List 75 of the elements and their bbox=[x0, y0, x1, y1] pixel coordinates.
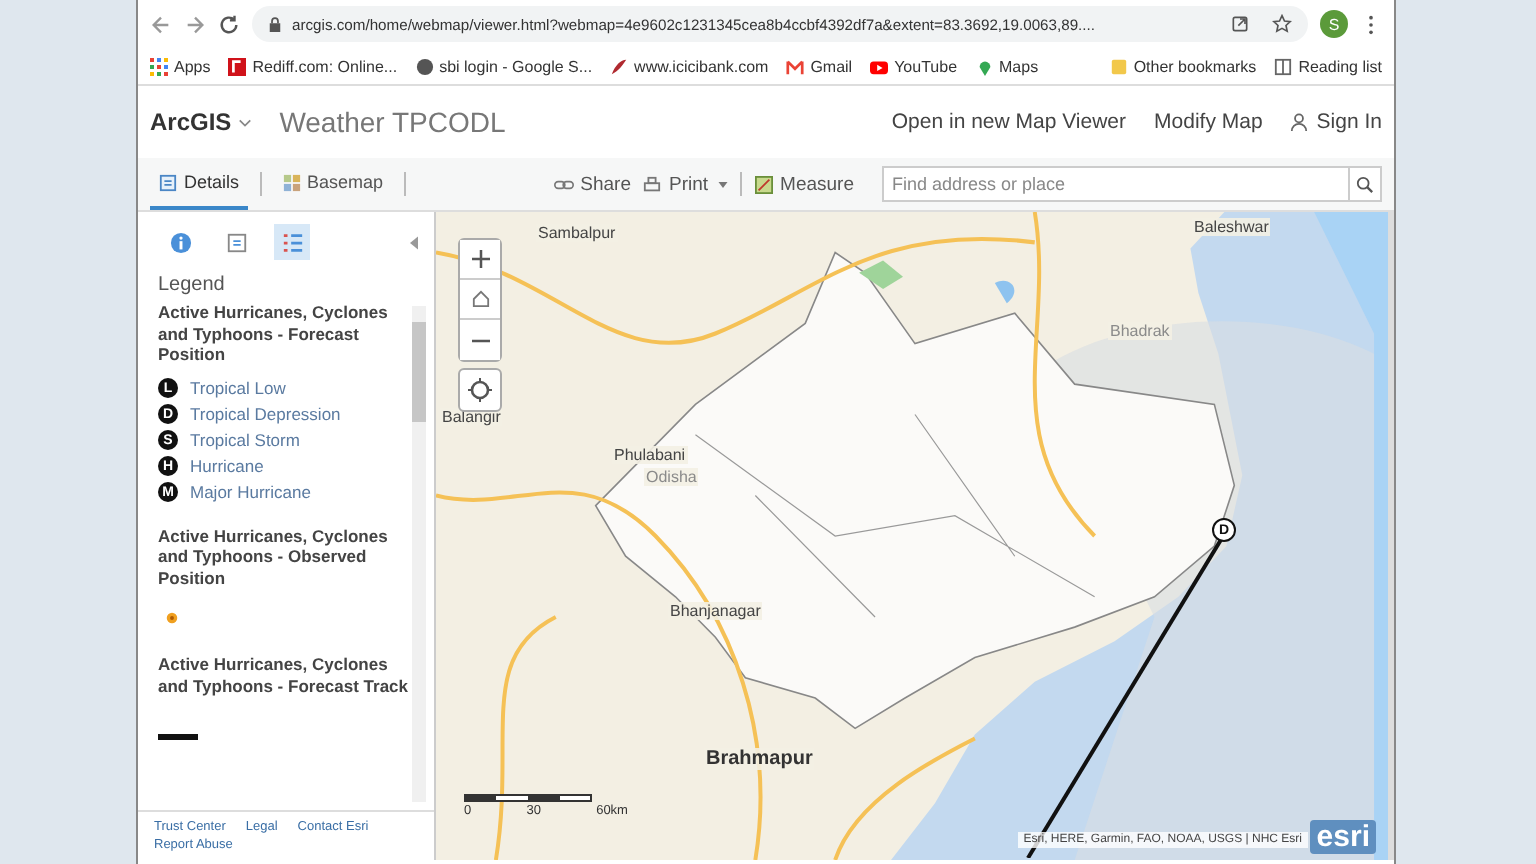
bookmark[interactable]: Rediff.com: Online... bbox=[228, 57, 398, 75]
toolbar-button[interactable]: Measure bbox=[754, 173, 854, 195]
grid-icon bbox=[150, 57, 168, 75]
link-icon bbox=[554, 175, 575, 193]
measure-icon bbox=[754, 175, 775, 193]
brand-menu[interactable]: ArcGIS bbox=[150, 108, 252, 136]
legend-label: Major Hurricane bbox=[190, 482, 311, 502]
info-icon bbox=[169, 231, 191, 253]
esri-logo: esri bbox=[1310, 820, 1376, 854]
mail-icon bbox=[786, 57, 805, 75]
line-symbol bbox=[158, 734, 198, 740]
bookmark[interactable]: Maps bbox=[975, 57, 1039, 75]
legend-layer-title: Active Hurricanes, Cyclones and Typhoons - Forecast Position bbox=[158, 302, 390, 365]
place-label: Brahmapur bbox=[704, 748, 815, 770]
lock-icon bbox=[268, 15, 282, 33]
panel-tab[interactable]: Details bbox=[150, 158, 248, 210]
place-label: Phulabani bbox=[612, 446, 688, 464]
forward-icon[interactable] bbox=[184, 13, 206, 35]
legend-label: Tropical Low bbox=[190, 378, 286, 398]
zoom-in-button[interactable] bbox=[460, 240, 500, 280]
bookmark[interactable]: Gmail bbox=[786, 57, 853, 75]
place-label: Baleshwar bbox=[1192, 218, 1271, 236]
toolbar-button[interactable]: Share bbox=[554, 173, 631, 195]
legend-label: Tropical Storm bbox=[190, 430, 300, 450]
place-label: Sambalpur bbox=[536, 224, 618, 242]
swoosh-icon bbox=[610, 57, 629, 75]
scrollbar[interactable] bbox=[412, 306, 426, 802]
panel-heading: Legend bbox=[156, 272, 227, 300]
header-link[interactable]: Modify Map bbox=[1154, 110, 1263, 134]
home-icon bbox=[471, 290, 489, 308]
place-label: Bhadrak bbox=[1108, 322, 1172, 340]
header-link[interactable]: Open in new Map Viewer bbox=[891, 110, 1127, 134]
dot-symbol bbox=[166, 612, 178, 624]
search-button[interactable] bbox=[1350, 166, 1382, 202]
scale-bar bbox=[464, 794, 592, 802]
place-label: Bhanjanagar bbox=[668, 602, 763, 620]
legend-label: Hurricane bbox=[190, 456, 264, 476]
bookmark[interactable]: YouTube bbox=[870, 57, 958, 75]
bookmark[interactable]: www.icicibank.com bbox=[610, 57, 769, 75]
collapse-icon[interactable] bbox=[410, 235, 418, 249]
play-icon bbox=[870, 57, 889, 75]
star-icon[interactable] bbox=[1272, 14, 1292, 34]
locate-button[interactable] bbox=[458, 368, 502, 412]
search-field[interactable]: Find address or place bbox=[882, 166, 1350, 202]
place-label: Odisha bbox=[644, 468, 699, 486]
bookmark[interactable]: Apps bbox=[150, 57, 211, 75]
locate-icon bbox=[468, 378, 492, 402]
list-icon bbox=[281, 231, 303, 253]
toolbar-button[interactable]: Print bbox=[642, 173, 729, 195]
document-icon bbox=[158, 173, 178, 191]
share-icon[interactable] bbox=[1230, 14, 1250, 34]
folder-icon bbox=[1109, 57, 1128, 75]
legend-label: Tropical Depression bbox=[190, 404, 341, 424]
panel-icon-tab[interactable] bbox=[274, 224, 310, 260]
caret-icon bbox=[718, 181, 729, 187]
document-icon bbox=[225, 231, 247, 253]
sign-in-link[interactable]: Sign In bbox=[1290, 110, 1382, 134]
chevron-icon bbox=[237, 117, 252, 127]
back-icon[interactable] bbox=[150, 13, 172, 35]
legend-layer-title: Active Hurricanes, Cyclones and Typhoons - Forecast Track bbox=[158, 654, 408, 696]
legend-layer-title: Active Hurricanes, Cyclones and Typhoons - Observed Position bbox=[158, 525, 390, 588]
map-title: Weather TPCODL bbox=[279, 106, 506, 138]
pin-icon bbox=[975, 57, 994, 75]
bookmark[interactable]: sbi login - Google S... bbox=[415, 57, 593, 75]
grid-icon bbox=[281, 173, 302, 191]
book-icon bbox=[1274, 57, 1293, 75]
panel-tab[interactable]: Basemap bbox=[273, 158, 392, 210]
reload-icon[interactable] bbox=[218, 13, 240, 35]
printer-icon bbox=[642, 175, 663, 193]
plus-icon bbox=[471, 250, 489, 268]
rediff-icon bbox=[228, 57, 247, 75]
bookmark[interactable]: Reading list bbox=[1274, 57, 1382, 75]
user-icon bbox=[1290, 112, 1309, 132]
bookmark[interactable]: Other bookmarks bbox=[1109, 57, 1257, 75]
search-icon bbox=[1356, 175, 1374, 193]
